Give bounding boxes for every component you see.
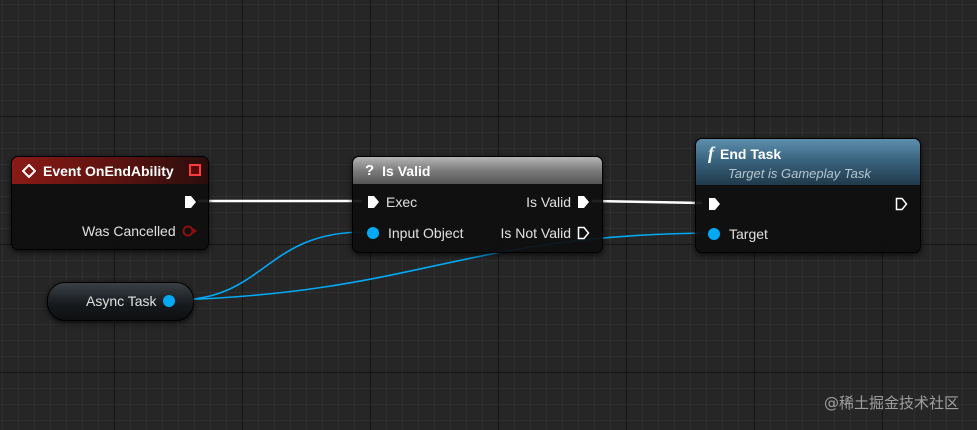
is-valid-exec-in-pin[interactable] [367,195,380,209]
exec-wire-isvalid-to-endtask[interactable] [591,199,703,205]
event-diamond-icon [22,163,36,178]
async-task-label: Async Task [86,293,157,309]
function-f-icon: f [708,143,714,163]
is-valid-out-row: Is Valid [526,194,590,210]
is-valid-node[interactable]: ? Is Valid Exec Input Object Is Valid Is… [352,156,603,253]
async-task-variable-node[interactable]: Async Task [47,282,194,321]
event-exec-out-pin[interactable] [184,195,197,209]
event-node-title: Event OnEndAbility [43,162,174,179]
input-object-pin[interactable] [367,227,379,239]
exec-label: Exec [386,194,418,210]
question-mark-icon: ? [365,162,375,179]
end-task-subtitle: Target is Gameplay Task [728,166,871,181]
target-row: Target [708,226,768,242]
end-task-header[interactable]: f End Task Target is Gameplay Task [696,139,920,185]
was-cancelled-label: Was Cancelled [82,223,176,239]
is-valid-exec-out-pin[interactable] [577,195,590,209]
is-not-valid-label: Is Not Valid [500,225,571,241]
is-not-valid-out-row: Is Not Valid [500,225,590,241]
bool-pin-icon[interactable] [182,225,198,237]
was-cancelled-row: Was Cancelled [82,223,198,239]
delegate-pin-icon[interactable] [189,164,201,176]
input-object-row: Input Object [367,225,464,241]
is-not-valid-exec-out-pin[interactable] [577,226,590,240]
event-node-header[interactable]: Event OnEndAbility [12,157,208,184]
is-valid-out-label: Is Valid [526,194,571,210]
event-on-end-ability-node[interactable]: Event OnEndAbility Was Cancelled [11,156,209,250]
blueprint-graph-canvas[interactable]: Event OnEndAbility Was Cancelled Async T… [0,0,977,430]
is-valid-header[interactable]: ? Is Valid [353,157,602,184]
end-task-node[interactable]: f End Task Target is Gameplay Task Targe… [695,138,921,253]
end-task-exec-in-pin[interactable] [708,197,721,211]
target-label: Target [729,226,768,242]
end-task-title: End Task [720,145,782,162]
watermark-text: @稀土掘金技术社区 [823,394,959,412]
end-task-exec-out-pin[interactable] [895,197,908,211]
async-task-output-pin[interactable] [163,295,175,307]
is-valid-title: Is Valid [382,162,431,179]
input-object-label: Input Object [388,225,464,241]
exec-in-row: Exec [367,194,417,210]
target-pin[interactable] [708,228,720,240]
